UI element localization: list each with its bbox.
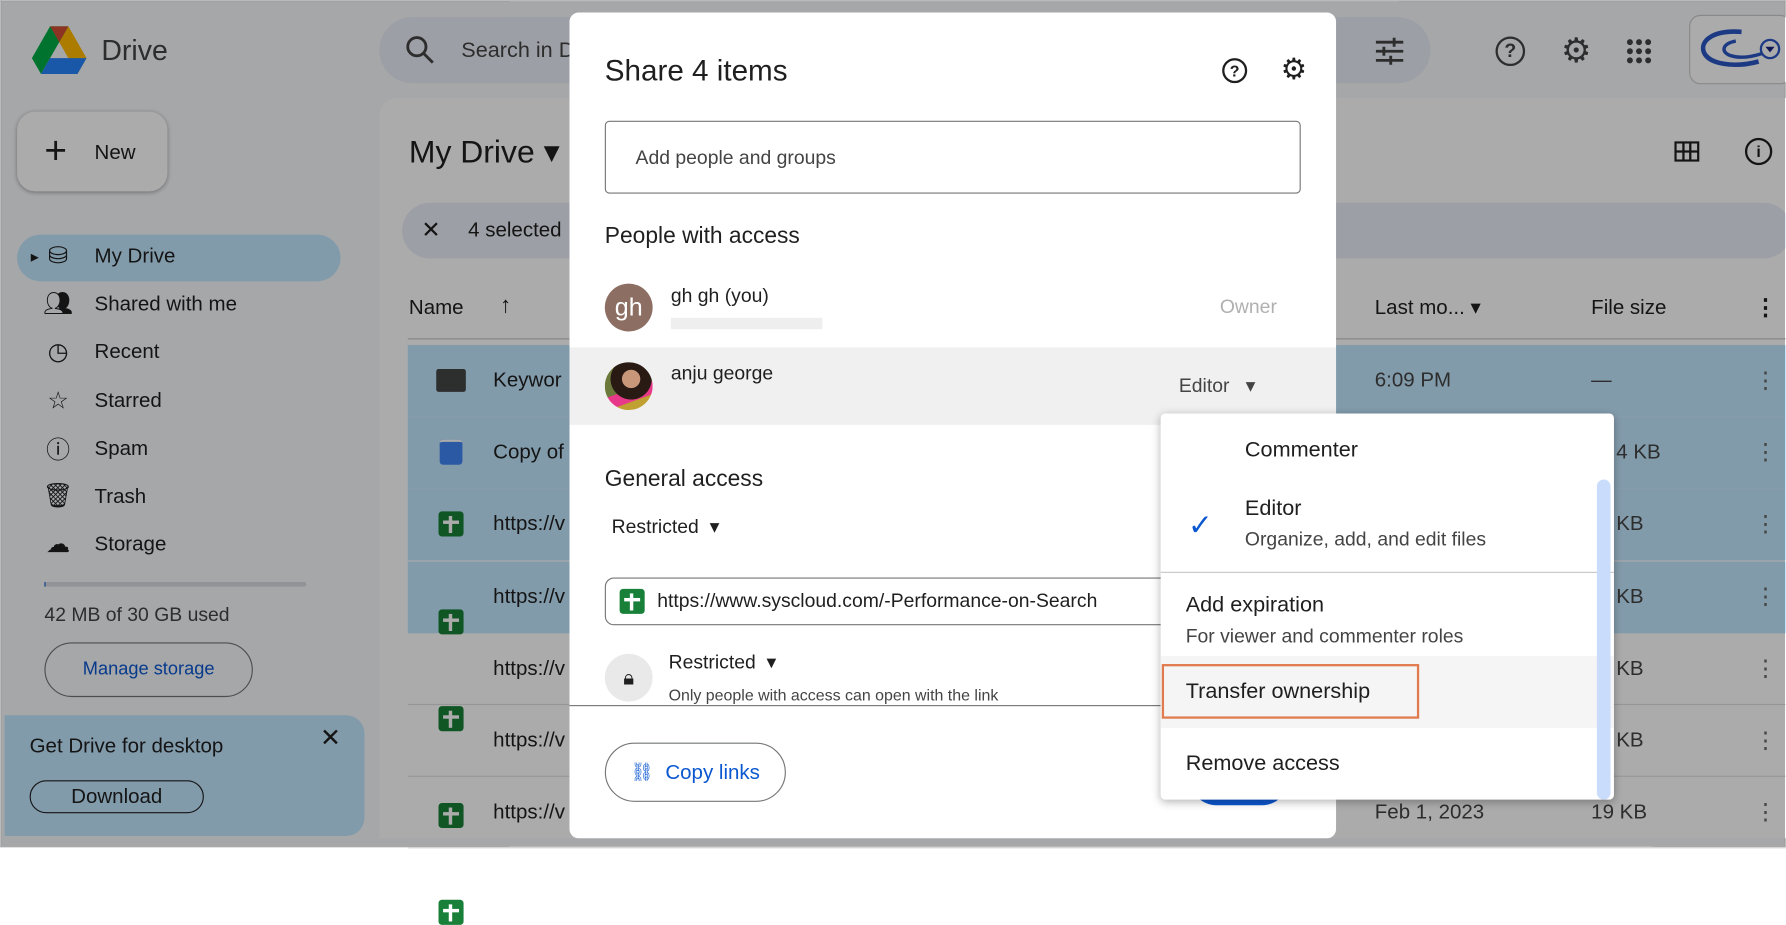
drive-window: Drive Search in Drive ? ⚙ + New ▶ ⛁ My D…	[0, 0, 1786, 925]
menu-item-commenter[interactable]: Commenter	[1161, 413, 1614, 490]
menu-item-remove-access[interactable]: Remove access	[1161, 728, 1614, 800]
person-name: anju george	[670, 362, 774, 384]
link-access-dropdown[interactable]: Restricted ▾	[669, 652, 777, 675]
menu-item-add-expiration[interactable]: Add expiration For viewer and commenter …	[1161, 573, 1614, 655]
sheet-icon	[438, 900, 464, 925]
link-text: https://www.syscloud.com/-Performance-on…	[657, 590, 1098, 612]
owner-role: Owner	[1219, 296, 1277, 318]
menu-scrollbar[interactable]	[1596, 479, 1611, 800]
add-people-input[interactable]: Add people and groups	[604, 120, 1301, 194]
check-icon: ✓	[1187, 507, 1213, 542]
copy-links-label: Copy links	[665, 760, 760, 784]
menu-label: Add expiration	[1185, 593, 1325, 618]
email-redacted	[670, 317, 823, 330]
menu-desc: Organize, add, and edit files	[1244, 528, 1487, 551]
menu-label: Editor	[1244, 496, 1302, 521]
general-access-dropdown[interactable]: Restricted ▾	[612, 516, 720, 539]
menu-item-transfer-ownership[interactable]: Transfer ownership	[1160, 656, 1614, 728]
role-dropdown[interactable]: Editor ▾	[1179, 375, 1255, 398]
help-icon[interactable]: ?	[1222, 58, 1248, 84]
link-access-desc: Only people with access can open with th…	[668, 685, 999, 704]
share-settings-icon[interactable]: ⚙	[1281, 52, 1308, 87]
person-name: gh gh (you)	[670, 284, 769, 307]
people-heading: People with access	[604, 223, 800, 249]
menu-desc: For viewer and commenter roles	[1185, 625, 1464, 647]
menu-label: Transfer ownership	[1185, 679, 1371, 704]
menu-label: Commenter	[1244, 438, 1358, 463]
dialog-title: Share 4 items	[604, 52, 788, 88]
avatar: gh	[604, 283, 653, 332]
copy-links-button[interactable]: ⛓︎ Copy links	[604, 742, 786, 802]
role-menu: Commenter ✓ Editor Organize, add, and ed…	[1160, 413, 1614, 800]
add-people-placeholder: Add people and groups	[635, 146, 836, 169]
link-icon: ⛓︎	[630, 763, 654, 783]
menu-item-editor[interactable]: ✓ Editor Organize, add, and edit files	[1161, 491, 1614, 571]
menu-label: Remove access	[1185, 751, 1340, 776]
lock-icon: 🔒︎	[604, 653, 653, 702]
link-field[interactable]: https://www.syscloud.com/-Performance-on…	[604, 577, 1243, 626]
avatar-photo	[604, 362, 653, 411]
sheet-icon	[619, 588, 645, 614]
general-heading: General access	[604, 466, 764, 492]
